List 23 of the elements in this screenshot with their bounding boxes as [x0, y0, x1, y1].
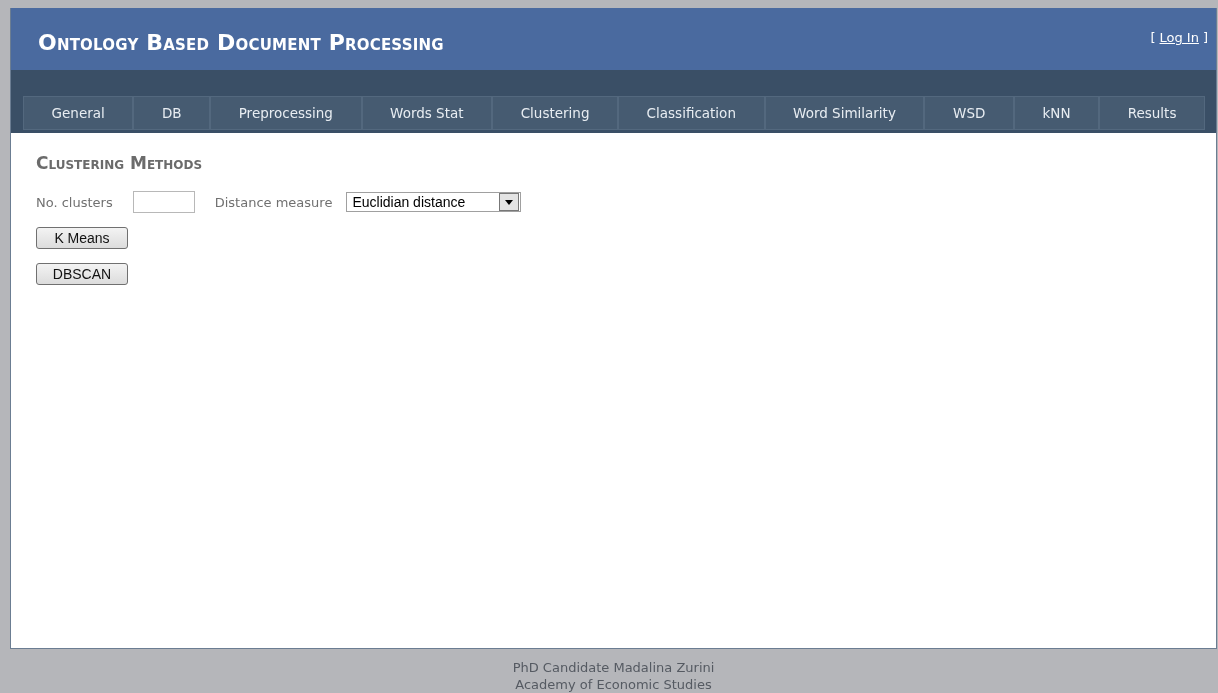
distance-select[interactable]: Euclidian distance	[346, 192, 522, 212]
nav-tab[interactable]: Word Similarity	[764, 96, 925, 130]
bracket: ]	[1202, 30, 1208, 45]
login-link[interactable]: Log In	[1159, 30, 1199, 45]
nav-tab[interactable]: Clustering	[492, 96, 619, 130]
nav-tab[interactable]: Preprocessing	[210, 96, 362, 130]
footer-text: Academy of Economic Studies	[515, 676, 712, 693]
nav-tab[interactable]: General	[23, 96, 134, 130]
bracket: [	[1150, 30, 1156, 45]
nav-tab[interactable]: WSD	[924, 96, 1014, 130]
nav-tab[interactable]: DB	[133, 96, 211, 130]
method-button[interactable]: DBSCAN	[36, 263, 128, 285]
field-label: No. clusters	[36, 194, 113, 210]
method-button[interactable]: K Means	[36, 227, 128, 249]
nav-tab[interactable]: Results	[1099, 96, 1205, 130]
clusters-input[interactable]	[132, 191, 195, 213]
field-label: Distance measure	[214, 194, 333, 210]
section-title: Clustering Methods	[36, 153, 203, 173]
footer-text: PhD Candidate Madalina Zurini	[512, 659, 715, 676]
nav-tab[interactable]: Classification	[618, 96, 765, 130]
nav-tab[interactable]: kNN	[1013, 96, 1100, 130]
site-title: Ontology Based Document Processing	[38, 30, 444, 55]
nav-tab[interactable]: Words Stat	[361, 96, 493, 130]
